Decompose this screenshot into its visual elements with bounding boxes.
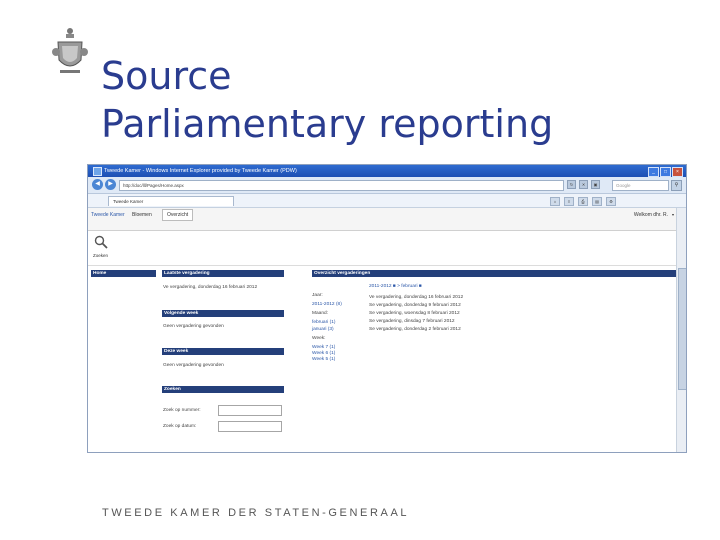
filter-week-link-7[interactable]: Week 7 (1): [312, 345, 335, 350]
this-week-item: Geen vergadering gevonden: [163, 363, 224, 368]
home-icon[interactable]: ⌂: [550, 197, 560, 206]
latest-meeting-item[interactable]: Ve vergadering, donderdag 16 februari 20…: [163, 285, 257, 290]
meeting-row[interactable]: Se vergadering, woensdag 8 februari 2012: [369, 311, 460, 316]
window-titlebar: Tweede Kamer - Windows Internet Explorer…: [88, 165, 686, 177]
search-date-input[interactable]: [218, 421, 282, 432]
filter-year-label: Jaar:: [312, 293, 323, 298]
slide-footer: TWEEDE KAMER DER STATEN-GENERAAL: [102, 507, 410, 519]
slide-title-line-2: Parliamentary reporting: [101, 102, 554, 146]
latest-meeting-header: Laatste vergadering: [162, 270, 284, 277]
close-button[interactable]: ×: [672, 167, 683, 177]
feeds-icon[interactable]: ≡: [564, 197, 574, 206]
breadcrumb[interactable]: Tweede Kamer: [91, 212, 125, 218]
meeting-row[interactable]: Ve vergadering, donderdag 16 februari 20…: [369, 295, 463, 300]
search-label: Zoeken: [93, 253, 109, 258]
meeting-row[interactable]: Se vergadering, donderdag 9 februari 201…: [369, 303, 461, 308]
print-icon[interactable]: ⎙: [578, 197, 588, 206]
filter-year-link[interactable]: 2011-2012 (8): [312, 302, 342, 307]
address-bar: ◀ ▶ http://doc/lll/Pages/Home.aspx ↻ ✕ ▣…: [88, 177, 686, 194]
filter-week-link-6[interactable]: Week 6 (1): [312, 351, 335, 356]
overview-header: Overzicht vergaderingen: [312, 270, 678, 277]
refresh-icon[interactable]: ↻: [567, 180, 576, 189]
user-menu[interactable]: Welkom dhr. R.: [634, 212, 668, 218]
overview-breadcrumb[interactable]: 2011-2012 ■ > februari ■: [369, 284, 422, 289]
slide-title-line-1: Source: [101, 54, 232, 98]
slide-title: Source Parliamentary reporting: [101, 52, 553, 148]
search-date-label: Zoek op datum:: [163, 424, 197, 429]
meeting-row[interactable]: Se vergadering, donderdag 2 februari 201…: [369, 327, 461, 332]
browser-tab[interactable]: Tweede Kamer: [108, 196, 234, 206]
next-week-item: Geen vergadering gevonden: [163, 324, 224, 329]
filter-month-link-jan[interactable]: januari (3): [312, 327, 334, 332]
filter-week-label: Week:: [312, 336, 326, 341]
nav-item-overzicht[interactable]: Overzicht: [162, 209, 194, 221]
search-icon[interactable]: [94, 235, 108, 249]
next-week-header: Volgende week: [162, 310, 284, 317]
tab-bar: Tweede Kamer ⌂ ≡ ⎙ ▤ ⚙: [88, 194, 686, 208]
app-nav: Tweede Kamer Bloemen Overzicht Welkom dh…: [88, 208, 676, 231]
browser-screenshot: Tweede Kamer - Windows Internet Explorer…: [87, 164, 687, 453]
maximize-button[interactable]: □: [660, 167, 671, 177]
nav-item-bloemen[interactable]: Bloemen: [132, 212, 152, 218]
chevron-down-icon[interactable]: ▾: [672, 212, 674, 217]
filter-week-link-5[interactable]: Week 5 (1): [312, 357, 335, 362]
tools-menu-icon[interactable]: ⚙: [606, 197, 616, 206]
url-input[interactable]: http://doc/lll/Pages/Home.aspx: [119, 180, 564, 191]
filter-month-label: Maand:: [312, 311, 328, 316]
filter-month-link-feb[interactable]: februari (1): [312, 320, 335, 325]
search-section-header: Zoeken: [162, 386, 284, 393]
crest-logo-icon: [52, 28, 88, 73]
meeting-row[interactable]: Se vergadering, dinsdag 7 februari 2012: [369, 319, 455, 324]
left-menu-title[interactable]: Home: [91, 270, 156, 277]
minimize-button[interactable]: _: [648, 167, 659, 177]
vertical-scrollbar[interactable]: [676, 208, 686, 452]
search-input[interactable]: Google: [612, 180, 669, 191]
forward-button[interactable]: ▶: [105, 179, 116, 190]
scrollbar-thumb[interactable]: [678, 268, 686, 390]
this-week-header: Deze week: [162, 348, 284, 355]
search-number-input[interactable]: [218, 405, 282, 416]
window-title: Tweede Kamer - Windows Internet Explorer…: [104, 168, 297, 174]
ribbon: Zoeken: [88, 231, 676, 266]
search-icon[interactable]: ⚲: [671, 180, 682, 191]
back-button[interactable]: ◀: [92, 179, 103, 190]
compat-icon[interactable]: ▣: [591, 180, 600, 189]
search-number-label: Zoek op nummer:: [163, 408, 201, 413]
stop-icon[interactable]: ✕: [579, 180, 588, 189]
ie-icon: [93, 167, 102, 176]
page-menu-icon[interactable]: ▤: [592, 197, 602, 206]
